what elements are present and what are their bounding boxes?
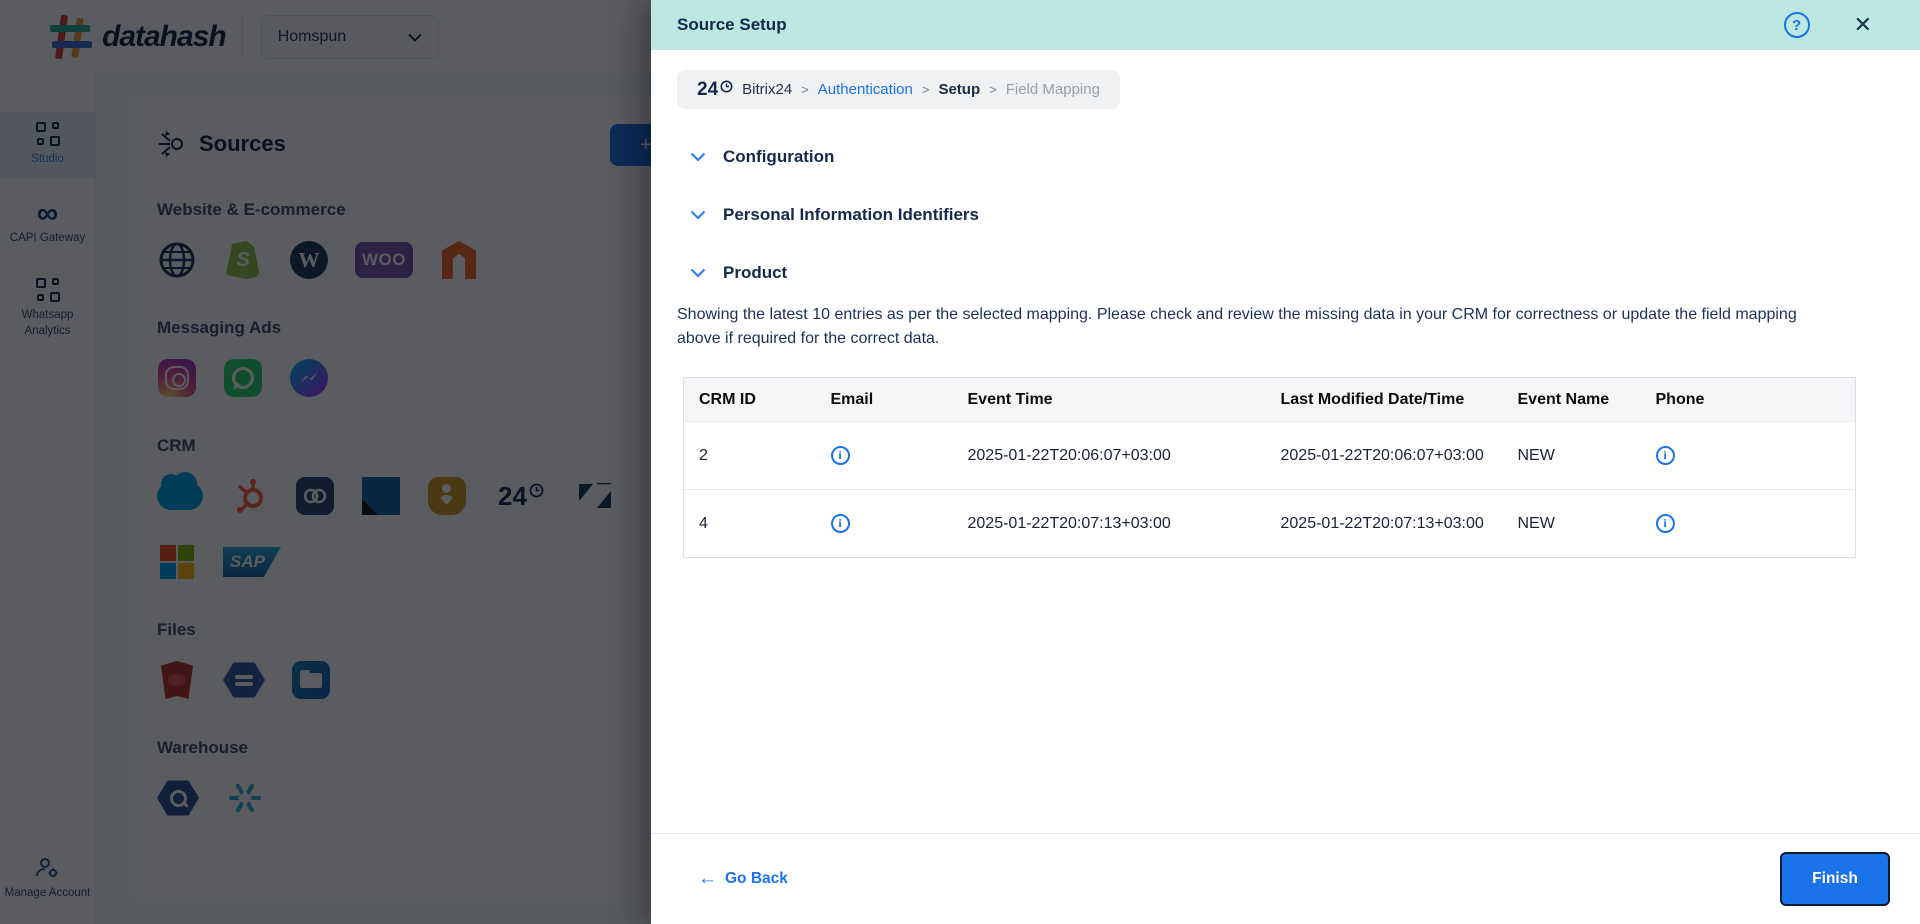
cell-event-name: NEW <box>1503 490 1641 558</box>
mapping-note: Showing the latest 10 entries as per the… <box>677 303 1837 351</box>
cell-phone: i <box>1641 490 1856 558</box>
column-crm-id: CRM ID <box>684 378 816 422</box>
column-email: Email <box>816 378 953 422</box>
go-back-button[interactable]: ← Go Back <box>698 868 788 890</box>
breadcrumb-source: Bitrix24 <box>742 81 792 98</box>
chevron-down-icon <box>690 152 706 162</box>
back-arrow-icon: ← <box>698 868 717 890</box>
cell-last-modified: 2025-01-22T20:07:13+03:00 <box>1266 490 1503 558</box>
table-row: 4 i 2025-01-22T20:07:13+03:00 2025-01-22… <box>684 490 1856 558</box>
info-icon[interactable]: i <box>831 446 850 465</box>
cell-email: i <box>816 490 953 558</box>
cell-crm-id: 2 <box>684 422 816 490</box>
cell-last-modified: 2025-01-22T20:06:07+03:00 <box>1266 422 1503 490</box>
modal-footer: ← Go Back Finish <box>651 833 1920 924</box>
cell-crm-id: 4 <box>684 490 816 558</box>
info-icon[interactable]: i <box>1656 514 1675 533</box>
cell-phone: i <box>1641 422 1856 490</box>
column-phone: Phone <box>1641 378 1856 422</box>
section-configuration[interactable]: Configuration <box>651 147 1920 167</box>
section-product[interactable]: Product <box>651 263 1920 283</box>
chevron-down-icon <box>690 210 706 220</box>
breadcrumb-setup[interactable]: Setup <box>938 81 980 98</box>
cell-email: i <box>816 422 953 490</box>
column-event-time: Event Time <box>953 378 1266 422</box>
section-title: Product <box>723 263 787 283</box>
cell-event-time: 2025-01-22T20:06:07+03:00 <box>953 422 1266 490</box>
section-title: Personal Information Identifiers <box>723 205 979 225</box>
source-setup-modal: Source Setup ? ✕ 24 Bitrix24 > Authentic… <box>651 0 1920 924</box>
info-icon[interactable]: i <box>1656 446 1675 465</box>
table-header-row: CRM ID Email Event Time Last Modified Da… <box>684 378 1856 422</box>
help-icon[interactable]: ? <box>1784 12 1810 38</box>
info-icon[interactable]: i <box>831 514 850 533</box>
modal-header: Source Setup ? ✕ <box>651 0 1920 50</box>
modal-title: Source Setup <box>677 15 787 35</box>
breadcrumb-field-mapping: Field Mapping <box>1006 81 1100 98</box>
column-event-name: Event Name <box>1503 378 1641 422</box>
go-back-label: Go Back <box>725 870 788 888</box>
column-last-modified: Last Modified Date/Time <box>1266 378 1503 422</box>
finish-button[interactable]: Finish <box>1780 852 1890 906</box>
breadcrumb-separator: > <box>801 82 809 97</box>
breadcrumb-separator: > <box>922 82 930 97</box>
close-icon[interactable]: ✕ <box>1854 14 1872 36</box>
breadcrumb-authentication[interactable]: Authentication <box>818 81 913 98</box>
section-title: Configuration <box>723 147 834 167</box>
breadcrumb: 24 Bitrix24 > Authentication > Setup > F… <box>677 70 1120 109</box>
bitrix24-breadcrumb-icon: 24 <box>697 80 733 99</box>
cell-event-time: 2025-01-22T20:07:13+03:00 <box>953 490 1266 558</box>
table-row: 2 i 2025-01-22T20:06:07+03:00 2025-01-22… <box>684 422 1856 490</box>
mapping-preview-table: CRM ID Email Event Time Last Modified Da… <box>683 377 1856 558</box>
chevron-down-icon <box>690 268 706 278</box>
cell-event-name: NEW <box>1503 422 1641 490</box>
breadcrumb-separator: > <box>989 82 997 97</box>
section-personal-information-identifiers[interactable]: Personal Information Identifiers <box>651 205 1920 225</box>
